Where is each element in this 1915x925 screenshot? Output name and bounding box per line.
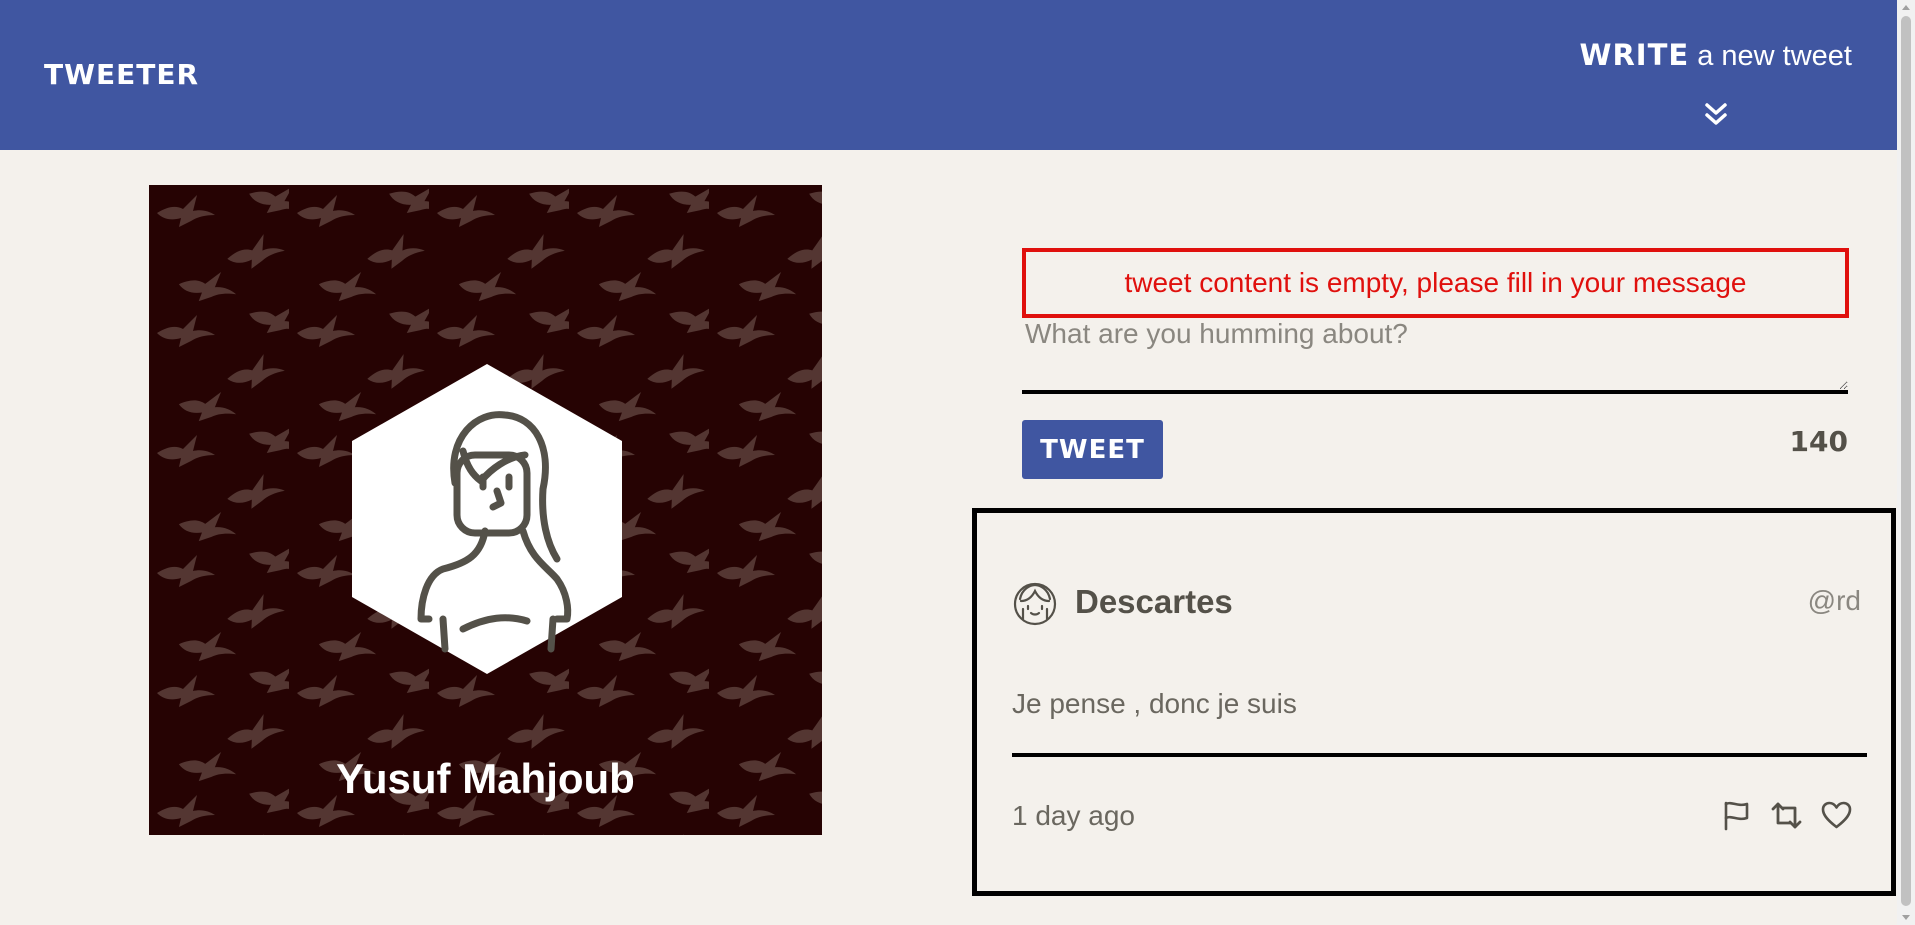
tweet-actions bbox=[1720, 799, 1853, 832]
error-message-text: tweet content is empty, please fill in y… bbox=[1124, 267, 1747, 298]
scroll-up-arrow-icon[interactable] bbox=[1902, 5, 1910, 10]
tweet-author[interactable]: Descartes bbox=[1075, 583, 1233, 621]
profile-avatar bbox=[352, 364, 622, 674]
tweet-textarea[interactable] bbox=[1022, 318, 1848, 394]
write-tweet-toggle[interactable]: WRITE a new tweet bbox=[1579, 38, 1852, 125]
heart-icon[interactable] bbox=[1820, 799, 1853, 832]
tweet-divider bbox=[1012, 753, 1867, 757]
write-label-rest: a new tweet bbox=[1689, 40, 1852, 72]
profile-card: Yusuf Mahjoub bbox=[149, 185, 822, 835]
brand-logo[interactable]: TWEETER bbox=[44, 58, 199, 91]
retweet-icon[interactable] bbox=[1770, 799, 1803, 832]
tweet-handle[interactable]: @rd bbox=[1808, 585, 1861, 617]
double-chevron-down-icon[interactable] bbox=[1579, 100, 1852, 130]
scrollbar[interactable] bbox=[1897, 0, 1915, 925]
flag-icon[interactable] bbox=[1720, 799, 1753, 832]
scrollbar-thumb[interactable] bbox=[1901, 16, 1911, 906]
character-counter: 140 bbox=[1789, 425, 1848, 458]
error-message: tweet content is empty, please fill in y… bbox=[1022, 248, 1849, 318]
author-avatar-icon bbox=[1013, 582, 1057, 626]
tweet-timestamp: 1 day ago bbox=[1012, 800, 1135, 831]
scroll-down-arrow-icon[interactable] bbox=[1902, 915, 1910, 920]
tweet-content: Je pense , donc je suis bbox=[1012, 688, 1297, 719]
navbar: TWEETER WRITE a new tweet bbox=[0, 0, 1897, 150]
tweet-button[interactable]: TWEET bbox=[1022, 420, 1163, 479]
tweet-card: Descartes @rd Je pense , donc je suis 1 … bbox=[972, 508, 1896, 896]
profile-name: Yusuf Mahjoub bbox=[336, 755, 635, 802]
write-label: WRITE bbox=[1579, 38, 1690, 72]
